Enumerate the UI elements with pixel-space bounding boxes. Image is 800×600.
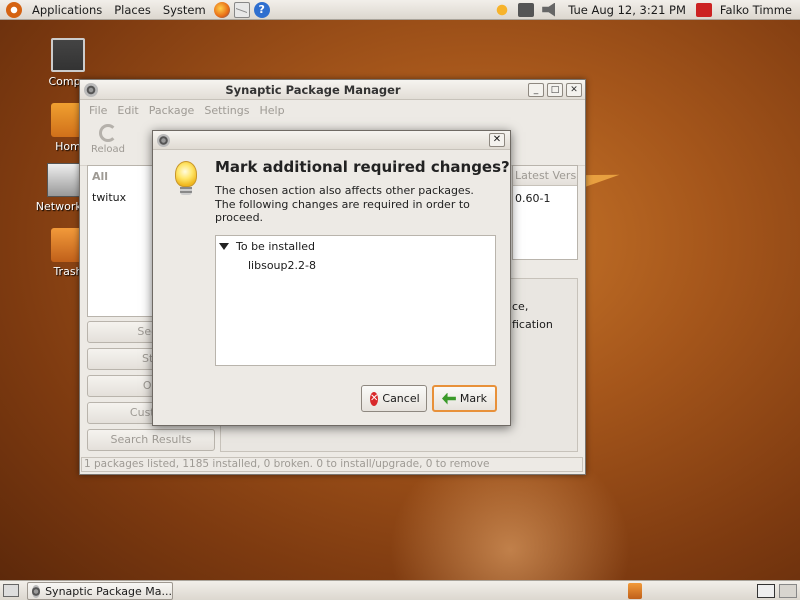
mark-button[interactable]: Mark: [432, 385, 497, 412]
tree-item-package[interactable]: libsoup2.2-8: [248, 259, 316, 272]
menu-applications[interactable]: Applications: [26, 3, 108, 17]
dialog-body-text: The chosen action also affects other pac…: [215, 184, 474, 224]
window-title: Synaptic Package Manager: [225, 82, 401, 97]
lightbulb-icon: [175, 161, 197, 187]
workspace-2[interactable]: [779, 584, 797, 598]
show-desktop-icon[interactable]: [3, 584, 19, 597]
taskbar-label: Synaptic Package Ma...: [45, 584, 172, 598]
reload-icon: [99, 124, 117, 142]
cancel-button[interactable]: ✕ Cancel: [361, 385, 427, 412]
help-icon[interactable]: ?: [253, 1, 270, 18]
latest-version-cell[interactable]: 0.60-1: [513, 186, 577, 211]
user-name[interactable]: Falko Timme: [716, 3, 800, 17]
minimize-button[interactable]: _: [528, 82, 544, 97]
latest-version-header[interactable]: Latest Versio: [513, 166, 577, 186]
tree-group-label: To be installed: [236, 240, 315, 253]
menu-settings[interactable]: Settings: [199, 104, 254, 117]
menu-edit[interactable]: Edit: [112, 104, 143, 117]
taskbar-synaptic-button[interactable]: Synaptic Package Ma...: [27, 582, 173, 600]
reload-button[interactable]: Reload: [88, 124, 128, 155]
synaptic-icon: [157, 134, 170, 147]
menu-help[interactable]: Help: [254, 104, 289, 117]
apply-arrow-icon: [442, 392, 456, 405]
tree-group-to-be-installed[interactable]: To be installed: [219, 240, 315, 253]
dialog-heading: Mark additional required changes?: [215, 158, 510, 176]
synaptic-icon: [32, 584, 41, 598]
volume-icon[interactable]: [542, 2, 556, 17]
expander-icon[interactable]: [219, 243, 229, 250]
update-notifier-icon[interactable]: [494, 2, 511, 17]
description-line: fication: [512, 318, 553, 331]
dialog-titlebar[interactable]: ✕: [153, 131, 510, 150]
cancel-label: Cancel: [382, 392, 420, 405]
ubuntu-logo-icon[interactable]: [6, 1, 22, 18]
firefox-icon[interactable]: [213, 1, 230, 18]
synaptic-icon: [84, 82, 98, 97]
desktop-icon-label: Hom: [55, 140, 81, 153]
menu-package[interactable]: Package: [144, 104, 200, 117]
top-panel: Applications Places System ? Tue Aug 12,…: [0, 0, 800, 20]
dialog-close-button[interactable]: ✕: [489, 133, 505, 147]
reload-label: Reload: [90, 144, 126, 155]
menu-places[interactable]: Places: [108, 3, 157, 17]
computer-icon: [51, 38, 85, 72]
lightbulb-base: [180, 187, 192, 195]
mark-label: Mark: [459, 392, 487, 405]
description-text: ce, fication: [512, 298, 572, 334]
menu-system[interactable]: System: [157, 3, 212, 17]
bottom-panel: Synaptic Package Ma...: [0, 580, 800, 600]
mail-icon[interactable]: [233, 1, 250, 18]
maximize-button[interactable]: □: [547, 82, 563, 97]
workspace-1[interactable]: [757, 584, 775, 598]
clock[interactable]: Tue Aug 12, 3:21 PM: [562, 3, 692, 17]
package-table: Latest Versio 0.60-1: [512, 165, 578, 260]
menu-file[interactable]: File: [84, 104, 112, 117]
changes-tree: To be installed libsoup2.2-8: [215, 235, 496, 366]
close-button[interactable]: ✕: [566, 82, 582, 97]
description-line: ce,: [512, 300, 529, 313]
search-results-button[interactable]: Search Results: [87, 429, 215, 451]
trash-applet-icon[interactable]: [628, 583, 642, 599]
cancel-icon: ✕: [370, 391, 379, 406]
network-servers-icon: [47, 163, 81, 197]
network-icon[interactable]: [518, 2, 535, 17]
window-titlebar[interactable]: Synaptic Package Manager _ □ ✕: [80, 80, 585, 100]
logout-icon[interactable]: [695, 2, 712, 17]
status-bar: 1 packages listed, 1185 installed, 0 bro…: [81, 457, 583, 472]
menubar: File Edit Package Settings Help: [80, 100, 585, 120]
mark-changes-dialog: ✕ Mark additional required changes? The …: [152, 130, 511, 426]
